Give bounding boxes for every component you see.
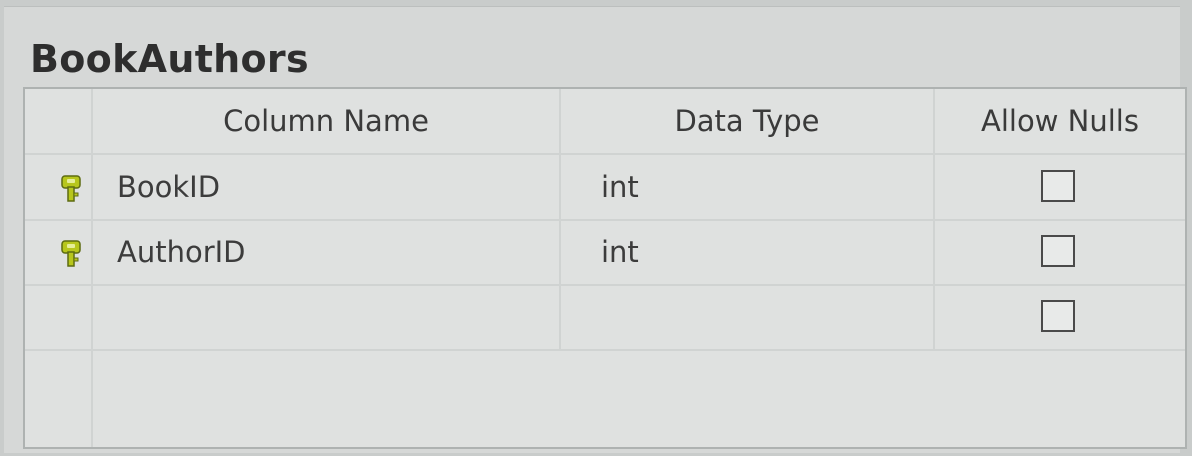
columns-grid: Column Name Data Type Allow Nulls BookID… — [23, 87, 1187, 449]
column-name-cell[interactable]: BookID — [93, 155, 561, 219]
data-type-value: int — [601, 170, 639, 204]
table-row-new[interactable] — [25, 285, 1185, 351]
column-name-cell[interactable] — [93, 285, 561, 349]
column-name-cell[interactable]: AuthorID — [93, 220, 561, 284]
allow-nulls-header-label: Allow Nulls — [981, 104, 1139, 138]
allow-nulls-checkbox[interactable] — [1041, 170, 1075, 202]
data-type-header-label: Data Type — [674, 104, 820, 138]
allow-nulls-header[interactable]: Allow Nulls — [935, 89, 1185, 153]
data-type-cell[interactable]: int — [561, 155, 935, 219]
column-name-header-label: Column Name — [223, 104, 429, 138]
allow-nulls-checkbox[interactable] — [1041, 300, 1075, 332]
table-designer: BookAuthors Column Name Data Type Allow … — [4, 6, 1187, 453]
table-title: BookAuthors — [30, 37, 309, 81]
empty-selector-column — [25, 349, 93, 447]
row-selector[interactable] — [25, 285, 93, 349]
data-type-cell[interactable] — [561, 285, 935, 349]
grid-header: Column Name Data Type Allow Nulls — [25, 89, 1185, 155]
row-selector[interactable] — [25, 220, 93, 284]
data-type-value: int — [601, 235, 639, 269]
table-row[interactable]: AuthorID int — [25, 220, 1185, 286]
data-type-cell[interactable]: int — [561, 220, 935, 284]
grid-empty-area — [25, 349, 1185, 447]
key-icon — [61, 175, 81, 202]
column-name-value: AuthorID — [117, 235, 246, 269]
column-name-header[interactable]: Column Name — [93, 89, 561, 153]
allow-nulls-checkbox[interactable] — [1041, 235, 1075, 267]
row-selector[interactable] — [25, 155, 93, 219]
row-selector-header[interactable] — [25, 89, 93, 153]
table-row[interactable]: BookID int — [25, 155, 1185, 221]
allow-nulls-cell — [935, 155, 1185, 219]
key-icon — [61, 240, 81, 267]
data-type-header[interactable]: Data Type — [561, 89, 935, 153]
column-name-value: BookID — [117, 170, 221, 204]
allow-nulls-cell — [935, 220, 1185, 284]
allow-nulls-cell — [935, 285, 1185, 349]
